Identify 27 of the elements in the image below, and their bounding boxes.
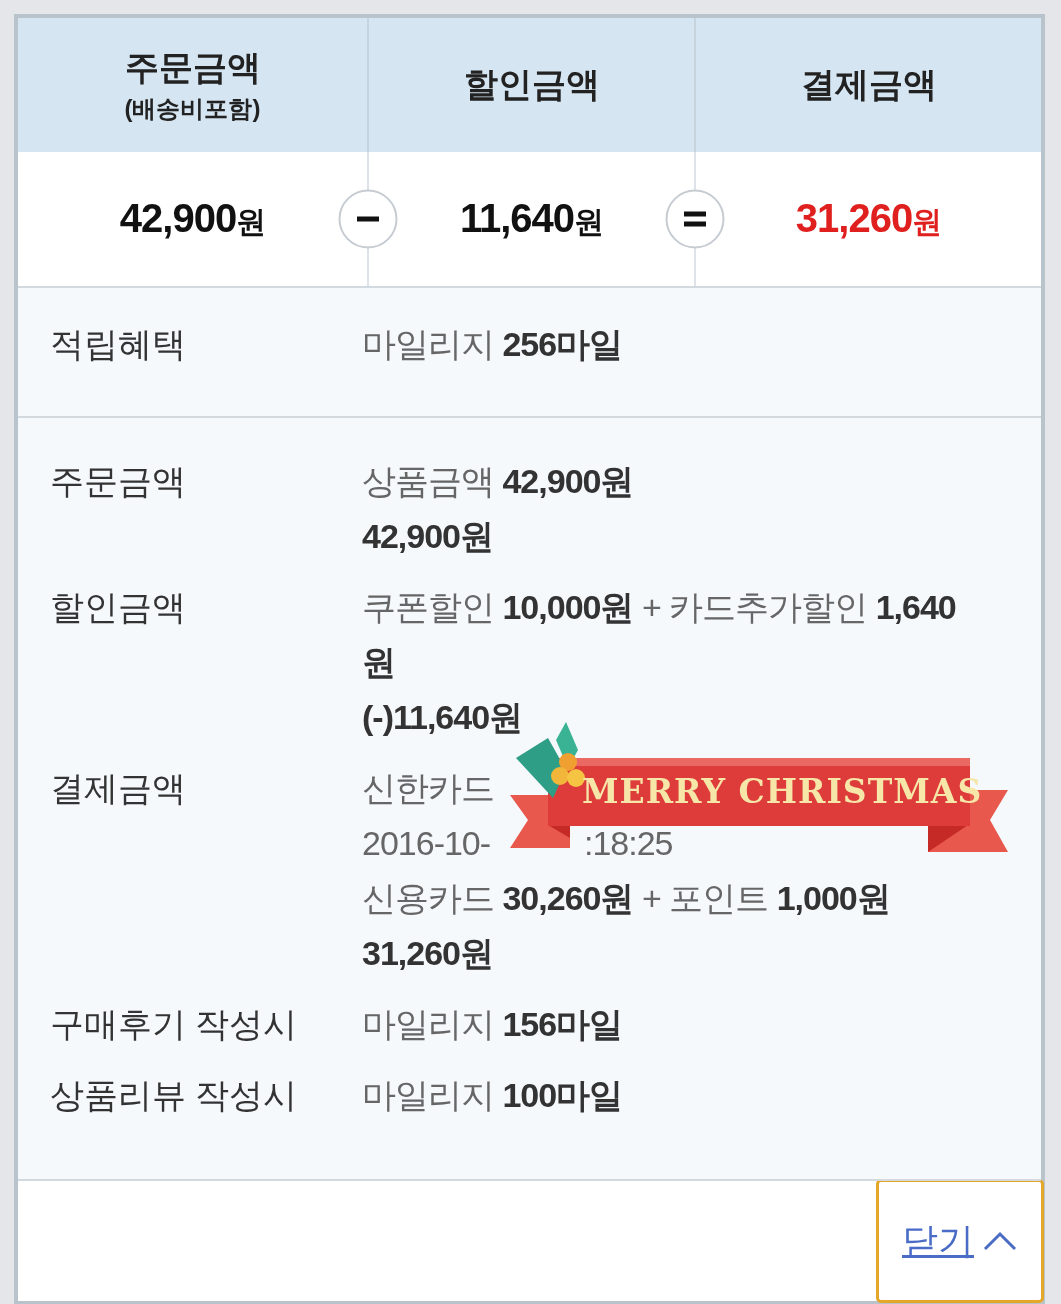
row-label: 할인금액 [50, 587, 187, 628]
row-label: 상품리뷰 작성시 [50, 1075, 299, 1116]
caret-up-icon [982, 1230, 1018, 1252]
row-label: 적립혜택 [50, 323, 187, 365]
row-label: 결제금액 [50, 768, 187, 809]
row-label: 주문금액 [50, 461, 187, 502]
equals-icon [665, 189, 725, 249]
row-value: 신용카드 30,260원 + 포인트 1,000원 [362, 878, 891, 919]
amount-value: 42,900원 [119, 195, 266, 242]
row-value: 31,260원 [362, 933, 494, 974]
minus-icon [338, 189, 398, 249]
row-value: 상품금액 42,900원 [362, 461, 635, 502]
row-value: (-)11,640원 [362, 697, 524, 738]
row-value: 마일리지 156마일 [362, 1004, 624, 1045]
row-value: 마일리지 256마일 [362, 323, 624, 365]
row-value: 쿠폰할인 10,000원 + 카드추가할인 1,640원 [362, 587, 957, 683]
row-value: :18:25 [584, 823, 674, 864]
banner-text: MERRY CHRISTMAS [582, 772, 983, 811]
amount-value: 31,260원 [795, 195, 942, 242]
row-value: 마일리지 100마일 [362, 1075, 624, 1116]
row-value: 2016-10- [362, 823, 492, 864]
row-value: 42,900원 [362, 516, 494, 557]
column-header: 결제금액 [799, 64, 938, 105]
amount-value: 11,640원 [459, 195, 604, 242]
row-label: 구매후기 작성시 [50, 1004, 299, 1045]
close-button[interactable]: 닫기 [876, 1179, 1044, 1303]
row-value: 신한카드 [362, 768, 495, 809]
